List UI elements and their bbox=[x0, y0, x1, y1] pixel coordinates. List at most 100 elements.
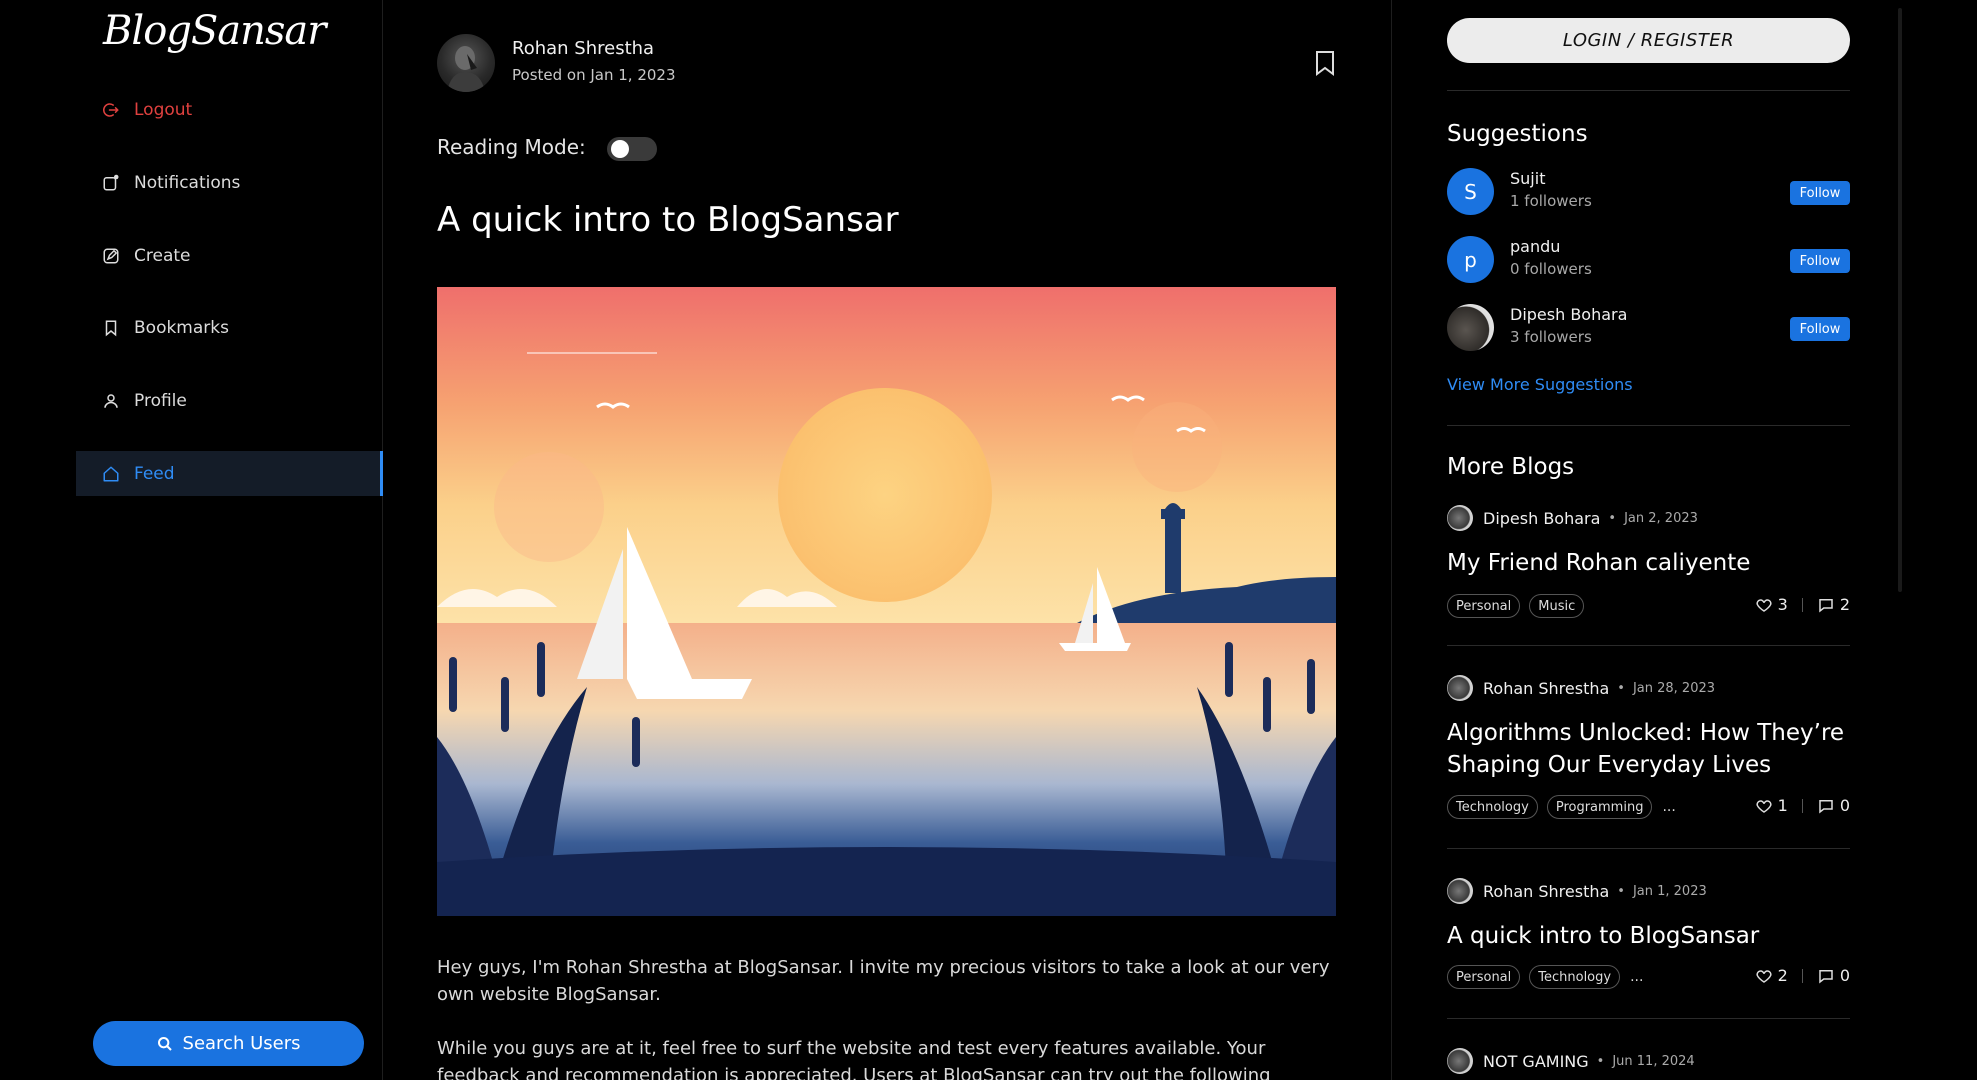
author-name[interactable]: Rohan Shrestha bbox=[512, 38, 654, 59]
avatar[interactable] bbox=[1447, 505, 1473, 531]
follow-button[interactable]: Follow bbox=[1790, 249, 1850, 273]
user-icon bbox=[104, 393, 118, 408]
suggestion-name[interactable]: Sujit bbox=[1510, 169, 1545, 188]
logout-icon bbox=[103, 102, 119, 117]
heart-icon[interactable] bbox=[1755, 596, 1773, 614]
tag-list: Personal Music bbox=[1447, 594, 1593, 618]
blog-date: Jun 11, 2024 bbox=[1612, 1053, 1695, 1069]
post-date: Posted on Jan 1, 2023 bbox=[512, 66, 676, 84]
reading-mode-toggle[interactable] bbox=[607, 137, 657, 161]
sidebar-item-label: Logout bbox=[134, 99, 193, 120]
page-title: A quick intro to BlogSansar bbox=[437, 200, 899, 240]
heart-icon[interactable] bbox=[1755, 797, 1773, 815]
cover-image bbox=[437, 287, 1336, 916]
login-register-button[interactable]: LOGIN / REGISTER bbox=[1447, 18, 1850, 63]
divider bbox=[1801, 798, 1803, 813]
blog-card[interactable]: Dipesh Bohara • Jan 2, 2023 My Friend Ro… bbox=[1447, 505, 1850, 645]
suggestion-item: S Sujit 1 followers Follow bbox=[1447, 168, 1850, 216]
avatar[interactable] bbox=[1447, 675, 1473, 701]
blog-title[interactable]: My Friend Rohan caliyente bbox=[1447, 547, 1850, 579]
post-view: Rohan Shrestha Posted on Jan 1, 2023 Rea… bbox=[384, 0, 1392, 1080]
blog-meta: Rohan Shrestha • Jan 28, 2023 bbox=[1447, 675, 1715, 701]
blog-author[interactable]: Rohan Shrestha bbox=[1483, 882, 1609, 901]
search-users-label: Search Users bbox=[182, 1033, 301, 1054]
sidebar-item-logout[interactable]: Logout bbox=[76, 87, 383, 132]
post-paragraph: While you guys are at it, feel free to s… bbox=[437, 1038, 1271, 1080]
author-photo bbox=[447, 46, 485, 92]
more-tags-indicator: ... bbox=[1662, 799, 1676, 815]
blog-card[interactable]: NOT GAMING • Jun 11, 2024 bbox=[1447, 1048, 1850, 1080]
blog-author[interactable]: Rohan Shrestha bbox=[1483, 679, 1609, 698]
sidebar-item-create[interactable]: Create bbox=[76, 233, 383, 278]
search-icon bbox=[157, 1036, 172, 1051]
view-more-suggestions-link[interactable]: View More Suggestions bbox=[1447, 375, 1633, 394]
scrollbar[interactable] bbox=[1898, 8, 1902, 592]
sidebar: BlogSansar Logout Notifications Create B… bbox=[0, 0, 383, 1080]
separator-dot: • bbox=[1608, 510, 1617, 526]
comment-icon[interactable] bbox=[1817, 797, 1835, 815]
app-logo[interactable]: BlogSansar bbox=[103, 8, 326, 54]
blog-title[interactable]: A quick intro to BlogSansar bbox=[1447, 920, 1850, 952]
blog-stats: 2 0 bbox=[1755, 966, 1850, 985]
search-users-button[interactable]: Search Users bbox=[93, 1021, 364, 1066]
suggestion-item: p pandu 0 followers Follow bbox=[1447, 236, 1850, 284]
blog-author[interactable]: NOT GAMING bbox=[1483, 1052, 1589, 1071]
comment-icon[interactable] bbox=[1817, 596, 1835, 614]
blog-card[interactable]: Rohan Shrestha • Jan 28, 2023 Algorithms… bbox=[1447, 675, 1850, 845]
tag[interactable]: Technology bbox=[1529, 965, 1621, 989]
suggestion-followers: 3 followers bbox=[1510, 328, 1592, 346]
divider bbox=[1447, 848, 1850, 849]
sidebar-item-profile[interactable]: Profile bbox=[76, 378, 383, 423]
sidebar-item-feed[interactable]: Feed bbox=[76, 451, 383, 496]
follow-button[interactable]: Follow bbox=[1790, 181, 1850, 205]
separator-dot: • bbox=[1617, 883, 1625, 899]
divider bbox=[1447, 90, 1850, 91]
like-count: 2 bbox=[1777, 966, 1788, 985]
reading-mode-label: Reading Mode: bbox=[437, 135, 586, 159]
tag-list: Personal Technology ... bbox=[1447, 965, 1643, 989]
avatar[interactable] bbox=[1447, 304, 1494, 351]
tag[interactable]: Technology bbox=[1447, 795, 1538, 819]
blog-title[interactable]: Algorithms Unlocked: How They’re Shaping… bbox=[1447, 717, 1850, 781]
sidebar-item-bookmarks[interactable]: Bookmarks bbox=[76, 305, 383, 350]
avatar[interactable]: p bbox=[1447, 236, 1494, 283]
blog-author[interactable]: Dipesh Bohara bbox=[1483, 509, 1600, 528]
comment-count: 0 bbox=[1839, 796, 1850, 815]
avatar[interactable] bbox=[437, 34, 495, 92]
divider bbox=[1801, 597, 1803, 612]
sidebar-item-label: Profile bbox=[134, 390, 187, 411]
sidebar-item-label: Bookmarks bbox=[134, 317, 229, 338]
tag[interactable]: Music bbox=[1529, 594, 1585, 618]
separator-dot: • bbox=[1596, 1053, 1605, 1069]
blog-card[interactable]: Rohan Shrestha • Jan 1, 2023 A quick int… bbox=[1447, 878, 1850, 1018]
bookmark-icon[interactable] bbox=[1314, 50, 1336, 76]
more-tags-indicator: ... bbox=[1630, 969, 1644, 985]
heart-icon[interactable] bbox=[1755, 967, 1773, 985]
blog-meta: Rohan Shrestha • Jan 1, 2023 bbox=[1447, 878, 1707, 904]
divider bbox=[1447, 1018, 1850, 1019]
avatar[interactable] bbox=[1447, 878, 1473, 904]
sidebar-item-label: Create bbox=[134, 245, 191, 266]
blog-meta: NOT GAMING • Jun 11, 2024 bbox=[1447, 1048, 1695, 1074]
edit-icon bbox=[103, 248, 119, 263]
suggestion-followers: 0 followers bbox=[1510, 260, 1592, 278]
tag[interactable]: Personal bbox=[1447, 594, 1521, 618]
separator-dot: • bbox=[1617, 680, 1625, 696]
blog-date: Jan 2, 2023 bbox=[1624, 510, 1698, 526]
sidebar-item-notifications[interactable]: Notifications bbox=[76, 160, 383, 205]
suggestion-name[interactable]: pandu bbox=[1510, 237, 1560, 256]
tag[interactable]: Programming bbox=[1546, 795, 1653, 819]
blog-stats: 1 0 bbox=[1755, 796, 1850, 815]
blog-date: Jan 28, 2023 bbox=[1632, 680, 1716, 696]
comment-count: 2 bbox=[1839, 595, 1850, 614]
sidebar-item-label: Notifications bbox=[134, 172, 241, 193]
avatar[interactable] bbox=[1447, 1048, 1473, 1074]
follow-button[interactable]: Follow bbox=[1790, 317, 1850, 341]
comment-icon[interactable] bbox=[1817, 967, 1835, 985]
tag[interactable]: Personal bbox=[1447, 965, 1521, 989]
suggestion-name[interactable]: Dipesh Bohara bbox=[1510, 305, 1627, 324]
post-paragraph: Hey guys, I'm Rohan Shrestha at BlogSans… bbox=[437, 957, 1330, 1005]
avatar[interactable]: S bbox=[1447, 168, 1494, 215]
right-panel: LOGIN / REGISTER Suggestions S Sujit 1 f… bbox=[1392, 0, 1977, 1080]
like-count: 1 bbox=[1777, 796, 1788, 815]
